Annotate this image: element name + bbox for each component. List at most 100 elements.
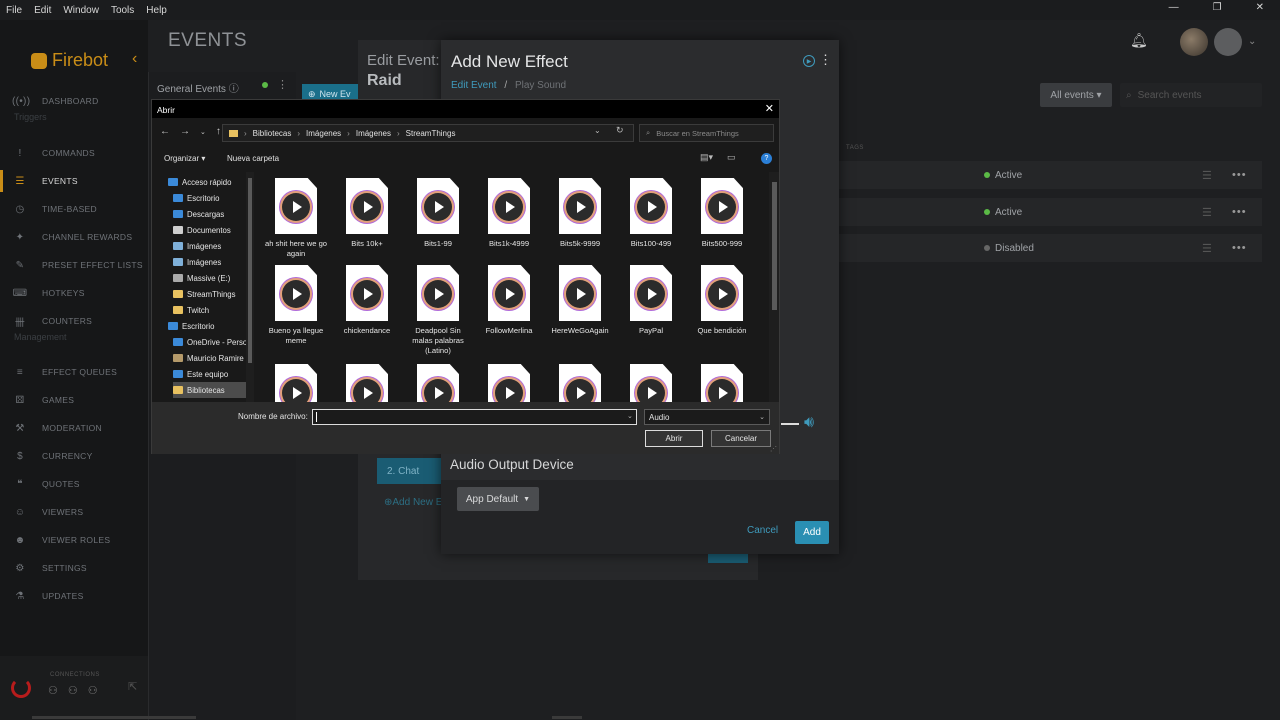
file-item[interactable]: PayPal xyxy=(618,265,684,336)
file-item[interactable]: Deadpool Sin malas palabras (Latino) xyxy=(405,265,471,356)
add-new-effect-link[interactable]: ⊕Add New E xyxy=(384,497,442,508)
sidebar-item-moderation[interactable]: ⚒ MODERATION xyxy=(0,414,148,442)
sidebar-item-quotes[interactable]: ❝ QUOTES xyxy=(0,470,148,498)
help-icon[interactable]: ? xyxy=(761,153,772,164)
tree-item[interactable]: Imágenes xyxy=(173,254,248,270)
preview-pane-icon[interactable]: ▭ xyxy=(727,152,736,163)
path-segment[interactable]: Bibliotecas xyxy=(253,129,292,138)
dialog-cancel-button[interactable]: Cancelar xyxy=(711,430,771,447)
event-row[interactable]: Active ☰ ••• xyxy=(838,198,1262,226)
kebab-menu-icon[interactable]: ⋮ xyxy=(819,52,832,68)
tree-item[interactable]: Escritorio xyxy=(168,318,248,334)
external-link-icon[interactable]: ⇱ xyxy=(128,680,137,693)
address-bar[interactable]: › Bibliotecas › Imágenes › Imágenes › St… xyxy=(222,124,634,142)
new-folder-button[interactable]: Nueva carpeta xyxy=(227,154,279,163)
tree-item[interactable]: Descargas📌︎ xyxy=(173,206,248,222)
file-item[interactable]: Que bendición xyxy=(689,265,755,336)
more-options-icon[interactable]: ••• xyxy=(1232,169,1247,181)
power-icon[interactable] xyxy=(11,678,31,698)
collapse-sidebar-icon[interactable]: ‹ xyxy=(132,50,137,68)
bell-icon[interactable]: 🔔︎ xyxy=(1130,32,1148,49)
horizontal-scrollbar[interactable] xyxy=(552,716,582,719)
file-item[interactable]: Bits 10k+ xyxy=(334,178,400,249)
tree-item[interactable]: Bibliotecas xyxy=(173,382,248,398)
file-item[interactable] xyxy=(547,364,613,402)
sidebar-item-hotkeys[interactable]: ⌨ HOTKEYS xyxy=(0,279,148,307)
connection-icon[interactable]: ⚇ xyxy=(48,684,58,697)
play-circle-icon[interactable]: ▶ xyxy=(803,55,815,67)
sidebar-item-commands[interactable]: ! COMMANDS xyxy=(0,139,148,167)
more-options-icon[interactable]: ••• xyxy=(1232,206,1247,218)
file-item[interactable] xyxy=(334,364,400,402)
kebab-menu-icon[interactable]: ⋮ xyxy=(277,78,288,91)
file-item[interactable] xyxy=(263,364,329,402)
menu-window[interactable]: Window xyxy=(57,5,105,16)
address-history-chevron-icon[interactable]: ⌄ xyxy=(594,126,601,135)
drag-handle-icon[interactable]: ☰ xyxy=(1202,169,1212,182)
effect-list-item[interactable]: 2. Chat xyxy=(377,458,442,484)
event-row[interactable]: Disabled ☰ ••• xyxy=(838,234,1262,262)
cancel-button[interactable]: Cancel xyxy=(747,525,778,536)
general-events-title[interactable]: General Events ⓘ xyxy=(157,80,239,95)
sidebar-item-time-based[interactable]: ◷ TIME-BASED xyxy=(0,195,148,223)
sidebar-item-preset-effect-lists[interactable]: ✎ PRESET EFFECT LISTS xyxy=(0,251,148,279)
file-item[interactable]: Bits500-999 xyxy=(689,178,755,249)
tree-item[interactable]: Twitch xyxy=(173,302,248,318)
audio-device-dropdown[interactable]: App Default ▼ xyxy=(457,487,539,511)
sidebar-item-updates[interactable]: ⚗ UPDATES xyxy=(0,582,148,610)
tree-item[interactable]: OneDrive - Perso xyxy=(173,334,248,350)
tree-scrollbar[interactable] xyxy=(246,172,254,402)
filename-history-chevron-icon[interactable]: ⌄ xyxy=(627,412,633,420)
breadcrumb-edit-event[interactable]: Edit Event xyxy=(451,80,497,91)
recent-chevron-icon[interactable]: ⌄ xyxy=(200,128,206,137)
drag-handle-icon[interactable]: ☰ xyxy=(1202,242,1212,255)
event-row[interactable]: Active ☰ ••• xyxy=(838,161,1262,189)
close-icon[interactable]: ✕ xyxy=(765,102,774,115)
close-icon[interactable]: ✕ xyxy=(1250,2,1270,13)
file-item[interactable]: chickendance xyxy=(334,265,400,336)
sidebar-item-games[interactable]: ⚄ GAMES xyxy=(0,386,148,414)
menu-help[interactable]: Help xyxy=(140,5,173,16)
refresh-icon[interactable]: ↻ xyxy=(616,125,624,136)
organize-button[interactable]: Organizar ▾ xyxy=(164,154,205,163)
file-item[interactable] xyxy=(618,364,684,402)
connection-icon[interactable]: ⚇ xyxy=(68,684,78,697)
open-button[interactable]: Abrir xyxy=(645,430,703,447)
menu-edit[interactable]: Edit xyxy=(28,5,57,16)
file-grid-scrollbar[interactable] xyxy=(769,172,779,402)
tree-item[interactable]: Massive (E:) xyxy=(173,270,248,286)
file-item[interactable]: FollowMerlina xyxy=(476,265,542,336)
sidebar-item-events[interactable]: ☰ EVENTS xyxy=(0,167,148,195)
file-item[interactable]: ah shit here we go again xyxy=(263,178,329,259)
add-button[interactable]: Add xyxy=(795,521,829,544)
maximize-icon[interactable]: ❐ xyxy=(1207,2,1228,13)
path-segment[interactable]: StreamThings xyxy=(406,129,456,138)
avatar[interactable] xyxy=(1214,28,1242,56)
tree-item[interactable]: Mauricio Ramire xyxy=(173,350,248,366)
file-item[interactable] xyxy=(476,364,542,402)
file-item[interactable]: Bits5k-9999 xyxy=(547,178,613,249)
search-events-input[interactable]: ⌕ Search events xyxy=(1120,83,1262,107)
sidebar-item-effect-queues[interactable]: ≡ EFFECT QUEUES xyxy=(0,358,148,386)
horizontal-scrollbar[interactable] xyxy=(32,716,196,719)
tree-item[interactable]: Escritorio📌︎ xyxy=(173,190,248,206)
resize-grip-icon[interactable]: ⋰ xyxy=(770,445,777,453)
file-item[interactable]: Bueno ya llegue meme xyxy=(263,265,329,346)
menu-tools[interactable]: Tools xyxy=(105,5,140,16)
sidebar-item-dashboard[interactable]: ((•)) DASHBOARD xyxy=(0,87,148,115)
drag-handle-icon[interactable]: ☰ xyxy=(1202,206,1212,219)
forward-arrow-icon[interactable]: → xyxy=(180,126,190,137)
tree-item[interactable]: Documentos📌︎ xyxy=(173,222,248,238)
menu-file[interactable]: File xyxy=(0,5,28,16)
tree-item[interactable]: Imágenes📌︎ xyxy=(173,238,248,254)
tree-item[interactable]: Acceso rápido xyxy=(168,174,248,190)
file-item[interactable]: Bits1k-4999 xyxy=(476,178,542,249)
path-segment[interactable]: Imágenes xyxy=(306,129,341,138)
avatar[interactable] xyxy=(1180,28,1208,56)
chevron-down-icon[interactable]: ⌄ xyxy=(1248,36,1256,47)
file-item[interactable] xyxy=(689,364,755,402)
file-item[interactable]: Bits1-99 xyxy=(405,178,471,249)
up-arrow-icon[interactable]: ↑ xyxy=(216,126,221,137)
path-segment[interactable]: Imágenes xyxy=(356,129,391,138)
filename-input[interactable] xyxy=(312,409,637,425)
